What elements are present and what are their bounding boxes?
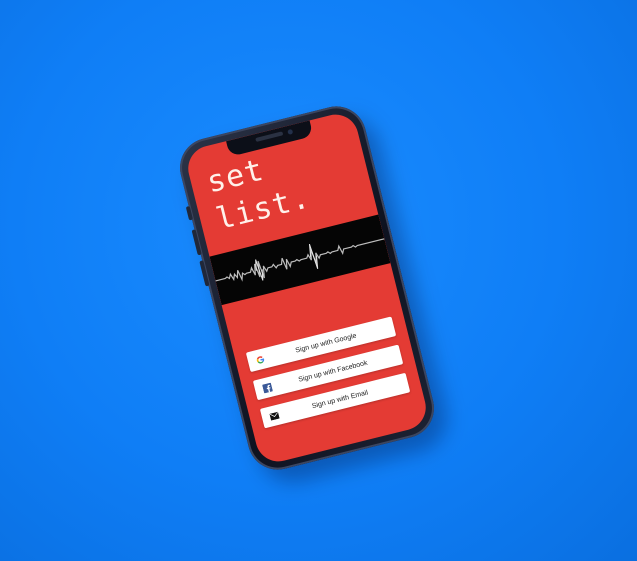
app-logo-title: set list. <box>203 142 314 239</box>
earpiece-speaker <box>255 131 284 142</box>
signup-options: Sign up with Google Sign up with Faceboo… <box>245 316 413 437</box>
google-icon <box>247 352 272 367</box>
facebook-icon <box>254 380 279 395</box>
front-camera <box>287 128 294 135</box>
envelope-icon <box>261 409 286 422</box>
